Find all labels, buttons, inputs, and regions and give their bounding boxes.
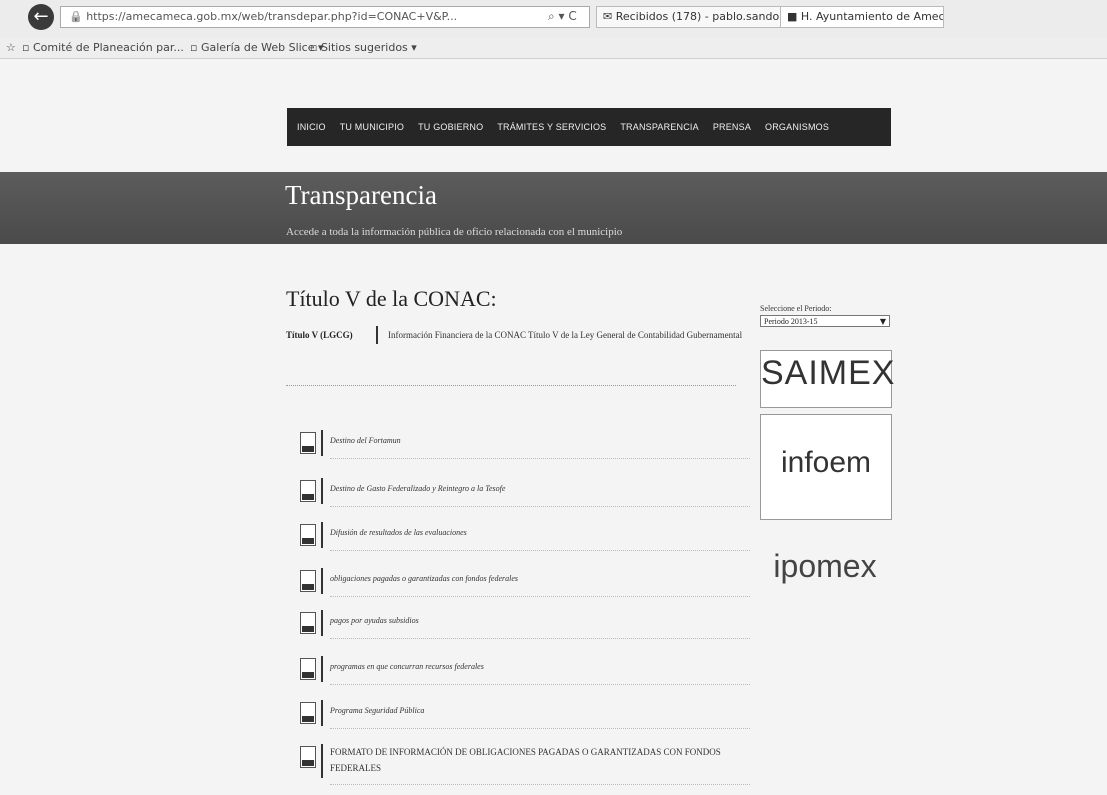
saimex-logo-text: SAIMEX <box>761 354 896 392</box>
document-label[interactable]: Destino del Fortamun <box>330 436 401 445</box>
nav-item-tramites[interactable]: TRÁMITES Y SERVICIOS <box>497 122 606 132</box>
pdf-icon <box>300 702 316 724</box>
divider <box>330 506 750 507</box>
favorite-link-webslice[interactable]: ▫ Galería de Web Slice ▾ <box>190 38 324 58</box>
divider <box>330 596 750 597</box>
nav-item-organismos[interactable]: ORGANISMOS <box>765 122 829 132</box>
nav-item-tu-municipio[interactable]: TU MUNICIPIO <box>340 122 404 132</box>
infoem-logo[interactable]: infoem <box>760 414 892 520</box>
document-label[interactable]: Destino de Gasto Federalizado y Reintegr… <box>330 484 505 493</box>
divider <box>330 784 750 785</box>
hero-subtitle: Accede a toda la información pública de … <box>286 226 623 238</box>
divider <box>330 550 750 551</box>
site-favicon-icon: ■ <box>787 10 801 23</box>
page-icon: ▫ <box>22 41 33 54</box>
divider <box>321 568 323 594</box>
mail-icon: ✉ <box>603 10 616 23</box>
ipomex-logo-text: ipomex <box>773 548 877 584</box>
divider <box>321 744 323 778</box>
lock-icon: 🔒 <box>69 10 87 23</box>
period-value: Periodo 2013-15 <box>764 317 818 326</box>
divider <box>321 610 323 636</box>
section-label: Título V (LGCG) <box>286 330 353 340</box>
pdf-icon <box>300 480 316 502</box>
divider <box>286 385 736 386</box>
back-arrow-icon[interactable]: ← <box>28 4 54 30</box>
webslice-icon: ▫ <box>190 41 201 54</box>
pdf-icon <box>300 658 316 680</box>
favorites-bar: ☆ ▫ Comité de Planeación par... ▫ Galerí… <box>0 38 1107 59</box>
favorite-link-comite[interactable]: ▫ Comité de Planeación par... <box>22 38 184 58</box>
favorite-link-sugeridos[interactable]: ▫ Sitios sugeridos ▾ <box>310 38 417 58</box>
divider <box>321 522 323 548</box>
divider <box>330 458 750 459</box>
pdf-icon <box>300 570 316 592</box>
saimex-logo[interactable]: SAIMEX <box>760 350 896 408</box>
document-label[interactable]: obligaciones pagadas o garantizadas con … <box>330 574 518 583</box>
page-title: Título V de la CONAC: <box>286 286 497 311</box>
divider <box>330 638 750 639</box>
divider <box>321 430 323 456</box>
document-label[interactable]: Difusión de resultados de las evaluacion… <box>330 528 467 537</box>
nav-item-prensa[interactable]: PRENSA <box>713 122 751 132</box>
document-label[interactable]: programas en que concurran recursos fede… <box>330 662 484 671</box>
suggested-sites-icon: ▫ <box>310 41 321 54</box>
divider <box>321 478 323 504</box>
ipomex-logo[interactable]: ipomex <box>760 544 890 600</box>
infoem-logo-text: infoem <box>780 446 872 479</box>
nav-item-inicio[interactable]: INICIO <box>297 122 326 132</box>
sidebar: Seleccione el Periodo: Periodo 2013-15 ▼… <box>760 304 894 584</box>
pdf-icon <box>300 524 316 546</box>
nav-item-tu-gobierno[interactable]: TU GOBIERNO <box>418 122 483 132</box>
tab-ayuntamiento[interactable]: ■ H. Ayuntamiento de Ameca... <box>780 6 944 28</box>
main-navigation: INICIO TU MUNICIPIO TU GOBIERNO TRÁMITES… <box>287 108 891 146</box>
section-description: Información Financiera de la CONAC Títul… <box>376 326 748 344</box>
pdf-icon <box>300 746 316 768</box>
document-label[interactable]: Programa Seguridad Pública <box>330 706 424 715</box>
document-label[interactable]: pagos por ayudas subsidios <box>330 616 419 625</box>
hero-title: Transparencia <box>285 180 437 210</box>
document-label[interactable]: FORMATO DE INFORMACIÓN DE OBLIGACIONES P… <box>330 744 740 776</box>
pdf-icon <box>300 612 316 634</box>
tab-mail[interactable]: ✉ Recibidos (178) - pablo.sando... <box>596 6 790 28</box>
divider <box>330 684 750 685</box>
divider <box>321 656 323 682</box>
period-select[interactable]: Periodo 2013-15 ▼ <box>760 315 890 327</box>
period-label: Seleccione el Periodo: <box>760 304 832 313</box>
divider <box>321 700 323 726</box>
address-bar[interactable]: 🔒 https://amecameca.gob.mx/web/transdepa… <box>60 6 590 28</box>
pdf-icon <box>300 432 316 454</box>
url-text: https://amecameca.gob.mx/web/transdepar.… <box>86 10 458 23</box>
divider <box>330 728 750 729</box>
nav-item-transparencia[interactable]: TRANSPARENCIA <box>620 122 698 132</box>
browser-toolbar: ← 🔒 https://amecameca.gob.mx/web/transde… <box>0 0 1107 39</box>
refresh-icon[interactable]: ⌕ ▾ C <box>548 6 577 26</box>
favorites-star-icon[interactable]: ☆ <box>6 38 16 58</box>
chevron-down-icon: ▼ <box>879 317 886 326</box>
